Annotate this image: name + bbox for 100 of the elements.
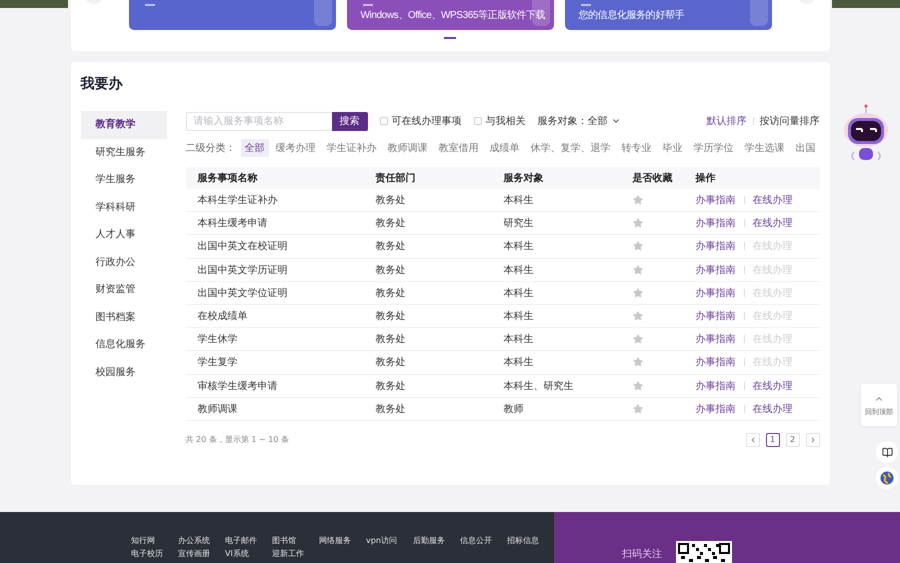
table-cell-text: 教务处: [376, 240, 406, 254]
page-button[interactable]: 2: [786, 432, 800, 447]
category-tag[interactable]: 出国: [792, 139, 820, 157]
category-tag[interactable]: 教室借用: [434, 139, 482, 157]
footer-link[interactable]: 迎新工作: [272, 549, 319, 559]
table-cell-text: 教务处: [376, 310, 406, 324]
sidebar-item[interactable]: 教育教学: [80, 111, 166, 138]
footer-link[interactable]: 信息公开: [460, 536, 507, 546]
star-icon[interactable]: [632, 357, 642, 368]
guide-link[interactable]: 办事指南: [696, 239, 736, 254]
footer-link[interactable]: 招标信息: [507, 536, 554, 546]
footer-link[interactable]: 知行网: [131, 536, 178, 546]
guide-link[interactable]: 办事指南: [696, 193, 736, 208]
sidebar-item[interactable]: 图书档案: [80, 304, 166, 331]
footer-link[interactable]: 网络服务: [319, 536, 366, 546]
sidebar-item[interactable]: 学科科研: [80, 194, 166, 221]
prev-page-button[interactable]: [746, 432, 760, 447]
category-tag[interactable]: 成绩单: [486, 139, 524, 157]
sidebar-item[interactable]: 财资监管: [80, 276, 166, 304]
table-cell-text: 本科生: [504, 356, 534, 370]
guide-link[interactable]: 办事指南: [696, 378, 736, 393]
star-icon[interactable]: [632, 218, 642, 228]
table-cell-text: 本科生学生证补办: [198, 194, 278, 208]
carousel-indicator[interactable]: [444, 37, 456, 39]
guide-link[interactable]: 办事指南: [696, 355, 736, 370]
sidebar-item[interactable]: 人才人事: [80, 221, 166, 248]
table-cell-text: 本科生: [504, 264, 534, 277]
star-icon[interactable]: [632, 380, 642, 391]
category-tag[interactable]: 转专业: [618, 139, 656, 157]
star-icon[interactable]: [632, 288, 642, 298]
follow-label: 扫码关注: [622, 548, 662, 561]
sidebar-item[interactable]: 学生服务: [80, 166, 166, 194]
photo-placeholder: [832, 0, 900, 8]
sort-link[interactable]: 默认排序: [706, 114, 746, 128]
category-tag[interactable]: 学历学位: [690, 139, 738, 157]
star-icon[interactable]: [632, 264, 642, 275]
column-header: 是否收藏: [632, 172, 674, 185]
audience-dropdown[interactable]: 服务对象：全部: [538, 114, 620, 128]
online-link[interactable]: 在线办理: [752, 378, 792, 393]
footer-link[interactable]: VI系统: [225, 549, 272, 559]
guide-link[interactable]: 办事指南: [696, 216, 736, 230]
star-icon[interactable]: [632, 241, 642, 252]
filter-checkbox[interactable]: 与我相关: [474, 114, 526, 128]
star-icon[interactable]: [632, 334, 642, 344]
footer-link[interactable]: vpn访问: [366, 536, 413, 546]
guide-link[interactable]: 办事指南: [696, 309, 736, 324]
book-icon[interactable]: [876, 441, 898, 463]
sidebar-item[interactable]: 信息化服务: [80, 331, 166, 358]
table-cell-text: 本科生: [504, 332, 534, 346]
footer-link[interactable]: 电子邮件: [225, 536, 272, 546]
next-page-button[interactable]: [806, 432, 820, 447]
table-cell-text: 研究生: [504, 216, 534, 230]
guide-link[interactable]: 办事指南: [696, 402, 736, 416]
qr-code-icon: [676, 541, 732, 563]
table-cell-text: 教务处: [376, 216, 406, 230]
guide-link[interactable]: 办事指南: [696, 262, 736, 277]
banner[interactable]: 您的信息化服务的好帮手: [564, 0, 772, 30]
globe-icon[interactable]: [876, 467, 898, 489]
category-tag[interactable]: 毕业: [658, 139, 686, 157]
footer-link[interactable]: 宣传画册: [178, 549, 225, 559]
category-tag[interactable]: 教师调课: [384, 139, 432, 157]
footer-link[interactable]: 电子校历: [131, 549, 178, 559]
photo-placeholder: [0, 0, 68, 8]
star-icon[interactable]: [632, 195, 642, 206]
panel-title: 我要办: [80, 75, 124, 94]
online-link[interactable]: 在线办理: [752, 193, 792, 208]
online-link[interactable]: 在线办理: [752, 216, 792, 230]
star-icon[interactable]: [632, 311, 642, 322]
online-link[interactable]: 在线办理: [752, 402, 792, 416]
table-cell-text: 教务处: [376, 286, 406, 300]
guide-link[interactable]: 办事指南: [696, 286, 736, 300]
footer-link[interactable]: 图书馆: [272, 536, 319, 546]
banner[interactable]: Windows、Office、WPS365等正版软件下载: [346, 0, 554, 30]
banner[interactable]: [128, 0, 336, 30]
table-cell-text: 教务处: [376, 402, 406, 416]
category-tag[interactable]: 学生选课: [740, 139, 788, 157]
footer-link[interactable]: 后勤服务: [413, 536, 460, 546]
guide-link[interactable]: 办事指南: [696, 332, 736, 346]
sort-link[interactable]: 按访问量排序: [760, 114, 820, 128]
page-button[interactable]: 1: [766, 432, 780, 447]
category-tag[interactable]: 全部: [240, 139, 268, 157]
search-button[interactable]: 搜索: [332, 112, 368, 130]
sidebar-item[interactable]: 行政办公: [80, 248, 166, 276]
sidebar-item[interactable]: 校园服务: [80, 358, 166, 386]
table-cell-text: 出国中英文学历证明: [198, 264, 288, 277]
star-icon[interactable]: [632, 404, 642, 414]
category-tag[interactable]: 休学、复学、退学: [526, 139, 614, 157]
table-cell-text: 教务处: [376, 356, 406, 370]
footer-link[interactable]: 办公系统: [178, 536, 225, 546]
filter-checkbox[interactable]: 可在线办理事项: [380, 114, 462, 128]
sidebar-item[interactable]: 研究生服务: [80, 138, 166, 166]
category-tag[interactable]: 缓考办理: [272, 139, 320, 157]
table-cell-text: 本科生: [504, 194, 534, 208]
table-cell-text: 本科生: [504, 310, 534, 324]
search-field[interactable]: 请输入服务事项名称: [186, 112, 332, 130]
table-cell-text: 教师: [504, 402, 524, 416]
category-tag[interactable]: 学生证补办: [322, 139, 380, 157]
column-header: 服务事项名称: [198, 172, 258, 185]
table-cell-text: 教务处: [376, 264, 406, 277]
banner-caption: 您的信息化服务的好帮手: [578, 8, 684, 22]
